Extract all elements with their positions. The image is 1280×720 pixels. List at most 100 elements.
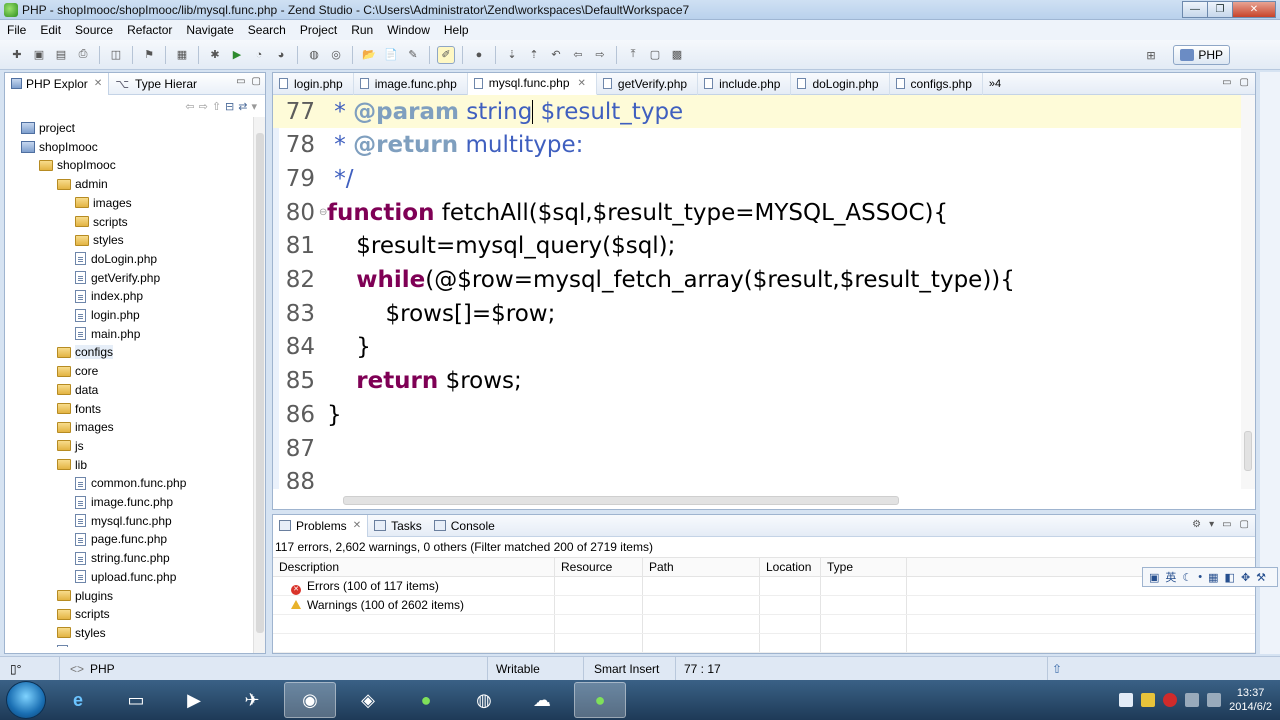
zend-studio-taskbar-icon[interactable]: ● [574, 682, 626, 718]
keyboard-icon[interactable]: ▦ [1208, 571, 1218, 584]
minimize-button[interactable]: — [1182, 1, 1208, 18]
tree-file[interactable]: mysql.func.php [75, 512, 172, 530]
tree-file[interactable]: doLogin.php [75, 250, 157, 268]
column-header[interactable]: Type [821, 558, 907, 576]
maximize-view-icon[interactable]: ▢ [1240, 519, 1249, 530]
editor-tab[interactable]: login.php [273, 72, 354, 95]
link-with-editor-icon[interactable]: ⇄ [238, 100, 247, 113]
network-app-icon[interactable]: ◈ [342, 682, 394, 718]
ie-icon[interactable]: e [52, 682, 104, 718]
tab-problems[interactable]: Problems ✕ [273, 514, 369, 537]
deploy-icon[interactable]: ⤒ [624, 46, 642, 64]
explorer-scrollbar[interactable] [253, 117, 265, 653]
editor-tab[interactable]: getVerify.php [597, 72, 699, 95]
tree-folder[interactable]: project [21, 119, 75, 137]
column-header[interactable]: Resource [555, 558, 643, 576]
punctuation-icon[interactable]: • [1198, 571, 1202, 583]
filter-icon[interactable]: ⚙ [1192, 519, 1201, 530]
cloud-app-icon[interactable]: ☁ [516, 682, 568, 718]
menu-run[interactable]: Run [344, 20, 380, 40]
editor-tab[interactable]: include.php [698, 72, 792, 95]
prev-annotation-icon[interactable]: ⇡ [525, 46, 543, 64]
tree-folder[interactable]: images [57, 418, 114, 436]
tree-folder[interactable]: shopImooc [39, 156, 116, 174]
tree-file[interactable]: page.func.php [75, 530, 167, 548]
tree-folder[interactable]: data [57, 381, 98, 399]
code-line[interactable]: 85 return $rows; [273, 365, 1241, 398]
code-line[interactable]: 88 [273, 466, 1241, 489]
clock[interactable]: 13:37 2014/6/2 [1229, 686, 1272, 714]
tree-folder[interactable]: plugins [57, 587, 113, 605]
tree-file[interactable]: common.func.php [75, 474, 186, 492]
open-perspective-icon[interactable]: ⊞ [1144, 48, 1158, 62]
menu-file[interactable]: File [0, 20, 33, 40]
progress-icon[interactable]: ⇧ [1048, 657, 1074, 681]
sphere-icon[interactable]: ● [470, 46, 488, 64]
forward-icon[interactable]: ⇨ [199, 100, 208, 113]
tree-file[interactable]: include.php [57, 643, 134, 647]
tree-file[interactable]: upload.func.php [75, 568, 176, 586]
close-icon[interactable]: ✕ [94, 78, 102, 89]
code-line[interactable]: 82 while(@$row=mysql_fetch_array($result… [273, 264, 1241, 297]
last-edit-icon[interactable]: ↶ [547, 46, 565, 64]
fast-view-icon[interactable]: ▯° [0, 656, 60, 681]
minimize-view-icon[interactable]: ▭ [236, 76, 245, 87]
tree-folder[interactable]: images [75, 194, 132, 212]
tree-folder[interactable]: lib [57, 456, 87, 474]
open-type-icon[interactable]: ◫ [107, 46, 125, 64]
skin-icon[interactable]: ◧ [1225, 571, 1235, 584]
tree-folder[interactable]: shopImooc [21, 138, 98, 156]
back-icon[interactable]: ⇦ [569, 46, 587, 64]
menu-navigate[interactable]: Navigate [179, 20, 240, 40]
explorer-icon[interactable]: ▭ [110, 682, 162, 718]
tab-tasks[interactable]: Tasks [368, 515, 428, 537]
editor-tab[interactable]: configs.php [890, 72, 983, 95]
menu-window[interactable]: Window [380, 20, 437, 40]
save-icon[interactable]: ▣ [30, 46, 48, 64]
globe-icon[interactable]: ◍ [305, 46, 323, 64]
editor-tab[interactable]: image.func.php [354, 72, 468, 95]
code-line[interactable]: 86} [273, 398, 1241, 431]
minimize-view-icon[interactable]: ▭ [1222, 519, 1231, 530]
tree-folder[interactable]: fonts [57, 400, 101, 418]
more-tabs[interactable]: »4 [983, 78, 1007, 90]
tree-file[interactable]: login.php [75, 306, 140, 324]
tree-file[interactable]: main.php [75, 325, 140, 343]
run-icon[interactable]: ▶ [228, 46, 246, 64]
scrollbar-thumb[interactable] [256, 133, 264, 633]
php-perspective-button[interactable]: PHP [1173, 45, 1230, 65]
code-line[interactable]: 79 */ [273, 162, 1241, 195]
menu-edit[interactable]: Edit [33, 20, 68, 40]
code-line[interactable]: 87 [273, 432, 1241, 465]
code-line[interactable]: 84 } [273, 331, 1241, 364]
table-row[interactable]: ✕ Errors (100 of 117 items) [273, 577, 1255, 596]
tree-folder[interactable]: scripts [75, 213, 128, 231]
task-icon[interactable]: ▩ [668, 46, 686, 64]
column-header[interactable]: Path [643, 558, 760, 576]
tab-php-explorer[interactable]: PHP Explor ✕ [5, 72, 110, 95]
tree-folder[interactable]: admin [57, 175, 108, 193]
new-icon[interactable]: ✚ [8, 46, 26, 64]
next-annotation-icon[interactable]: ⇣ [503, 46, 521, 64]
menu-source[interactable]: Source [68, 20, 120, 40]
print-icon[interactable]: ⎙ [74, 46, 92, 64]
editor-vertical-scrollbar[interactable] [1241, 95, 1255, 489]
tree-folder[interactable]: js [57, 437, 84, 455]
menu-search[interactable]: Search [241, 20, 293, 40]
web-icon[interactable]: ◎ [327, 46, 345, 64]
wrench-icon[interactable]: ⚒ [1256, 571, 1266, 584]
ime-tray-icon[interactable] [1119, 693, 1134, 707]
tools-icon[interactable]: ✥ [1241, 571, 1250, 584]
ime-mode-label[interactable]: 英 [1165, 569, 1176, 585]
media-player-icon[interactable]: ▶ [168, 682, 220, 718]
back-icon[interactable]: ⇦ [185, 100, 194, 113]
window-icon[interactable]: ▢ [646, 46, 664, 64]
pencil-icon[interactable]: ✎ [404, 46, 422, 64]
view-menu-icon[interactable]: ▾ [1209, 519, 1214, 530]
record-icon[interactable] [1163, 693, 1178, 707]
tree-folder[interactable]: styles [75, 231, 124, 249]
chat-app-icon[interactable]: ◍ [458, 682, 510, 718]
menu-project[interactable]: Project [293, 20, 344, 40]
tab-console[interactable]: Console [428, 515, 501, 537]
bookmark-icon[interactable]: ⚑ [140, 46, 158, 64]
